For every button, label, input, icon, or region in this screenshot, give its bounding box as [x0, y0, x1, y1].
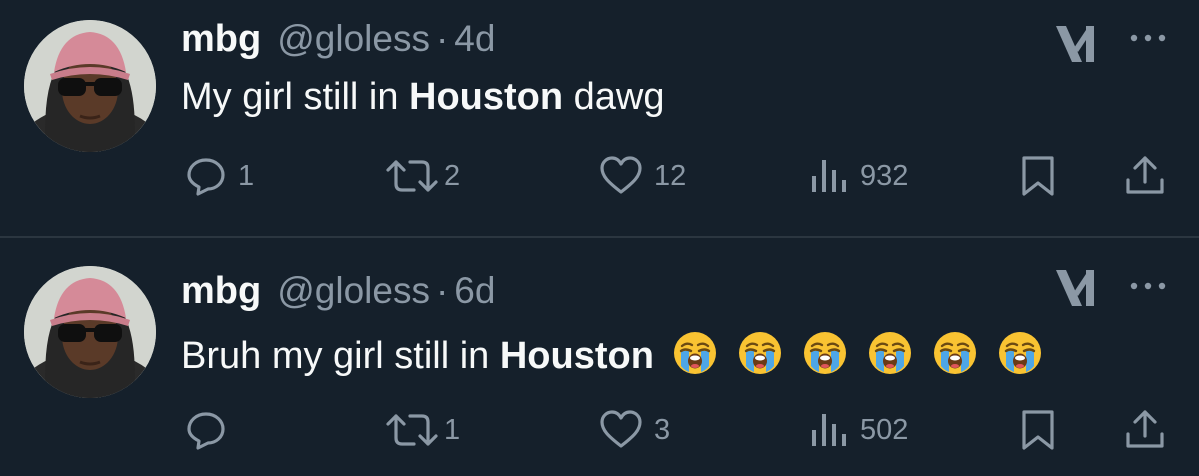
loudly-crying-face-emoji [737, 330, 783, 376]
loudly-crying-face-emoji [802, 330, 848, 376]
tweet-text-bold: Houston [499, 335, 654, 377]
repost-count: 2 [444, 159, 461, 192]
tweet-text-before: My girl still in [181, 76, 410, 118]
bookmark-icon [1022, 410, 1054, 450]
avatar-image [24, 266, 156, 398]
share-icon [1126, 156, 1164, 194]
repost-icon [386, 414, 438, 446]
loudly-crying-face-emoji [997, 330, 1043, 376]
loudly-crying-face-emoji [932, 330, 978, 376]
repost-count: 1 [444, 413, 461, 446]
like-count: 12 [654, 159, 687, 192]
separator-dot: · [435, 18, 449, 59]
tweet-card-1[interactable]: mbg @gloless · 4d My girl still in Houst… [0, 0, 1199, 236]
views-icon [812, 414, 846, 446]
more-options-icon[interactable] [1128, 28, 1168, 48]
tweet-text: My girl still in Houston dawg [181, 76, 665, 119]
author-handle[interactable]: @gloless [277, 270, 430, 312]
share-icon [1126, 410, 1164, 448]
bookmark-icon [1022, 156, 1054, 196]
action-bar: 1 3 502 [0, 408, 1199, 452]
tweet-text: Bruh my girl still in Houston [181, 330, 1043, 378]
bookmark-button[interactable] [1020, 408, 1056, 452]
bookmark-button[interactable] [1020, 154, 1056, 198]
repost-button[interactable]: 1 [384, 408, 460, 452]
reply-button[interactable] [184, 408, 238, 452]
author-handle[interactable]: @gloless [277, 18, 430, 60]
like-button[interactable]: 12 [598, 154, 686, 198]
tweet-card-2[interactable]: mbg @gloless · 6d Bruh my girl still in … [0, 238, 1199, 474]
tweet-text-before: Bruh my girl still in [181, 335, 500, 377]
repost-button[interactable]: 2 [384, 154, 460, 198]
author-name[interactable]: mbg [181, 18, 261, 61]
reply-button[interactable]: 1 [184, 154, 254, 198]
avatar[interactable] [24, 266, 156, 398]
timestamp[interactable]: 4d [454, 18, 495, 60]
share-button[interactable] [1124, 408, 1166, 452]
action-bar: 1 2 12 932 [0, 154, 1199, 198]
views-button[interactable]: 502 [808, 408, 908, 452]
reply-count: 1 [238, 159, 255, 192]
reply-icon [187, 158, 225, 196]
views-icon [812, 160, 846, 192]
avatar[interactable] [24, 20, 156, 152]
grok-icon[interactable] [1052, 266, 1100, 310]
grok-icon[interactable] [1052, 22, 1100, 66]
view-count: 502 [860, 413, 909, 446]
like-count: 3 [654, 413, 671, 446]
tweet-text-bold: Houston [409, 76, 564, 118]
tweet-header: mbg @gloless · 6d [181, 270, 495, 316]
timestamp[interactable]: 6d [454, 270, 495, 312]
emoji-row [672, 330, 1043, 376]
like-icon [600, 156, 642, 194]
more-options-icon[interactable] [1128, 276, 1168, 296]
share-button[interactable] [1124, 154, 1166, 198]
repost-icon [386, 160, 438, 192]
tweet-text-after: dawg [563, 76, 665, 118]
view-count: 932 [860, 159, 909, 192]
tweet-header: mbg @gloless · 4d [181, 18, 495, 64]
reply-icon [187, 412, 225, 450]
avatar-image [24, 20, 156, 152]
loudly-crying-face-emoji [867, 330, 913, 376]
views-button[interactable]: 932 [808, 154, 908, 198]
like-icon [600, 410, 642, 448]
separator-dot: · [435, 270, 449, 311]
loudly-crying-face-emoji [672, 330, 718, 376]
author-name[interactable]: mbg [181, 270, 261, 313]
like-button[interactable]: 3 [598, 408, 670, 452]
